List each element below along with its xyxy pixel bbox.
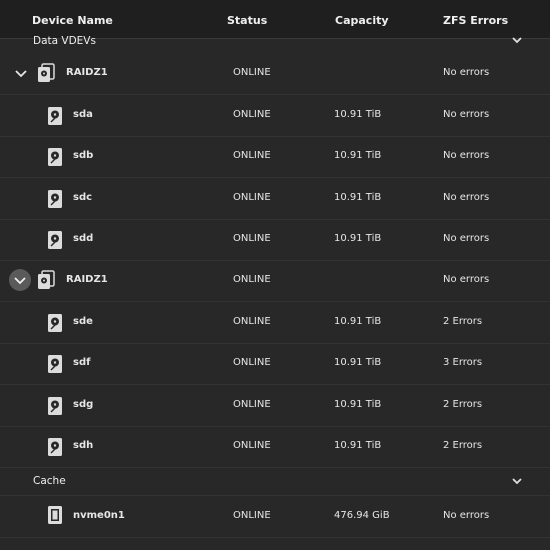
device-zfs-errors: No errors [443,150,490,161]
table-row-disk[interactable]: sdh ONLINE 10.91 TiB 2 Errors [0,426,550,468]
device-zfs-errors: 2 Errors [443,316,483,327]
table-row-disk[interactable]: sdd ONLINE 10.91 TiB No errors [0,219,550,261]
device-name: sdb [73,150,94,161]
device-name: RAIDZ1 [66,67,108,78]
device-zfs-errors: 2 Errors [443,399,483,410]
section-data-vdevs[interactable]: Data VDEVs [0,33,550,53]
device-capacity: 10.91 TiB [334,150,382,161]
device-status: ONLINE [233,192,271,203]
device-status: ONLINE [233,274,271,285]
column-header-zfs-errors[interactable]: ZFS Errors [443,14,508,27]
table-row-disk[interactable]: nvme0n1 ONLINE 476.94 GiB No errors [0,495,550,538]
device-capacity: 10.91 TiB [334,109,382,120]
device-status: ONLINE [233,510,271,521]
device-status: ONLINE [233,316,271,327]
device-capacity: 476.94 GiB [334,510,390,521]
table-row-disk[interactable]: sdf ONLINE 10.91 TiB 3 Errors [0,343,550,385]
table-row-disk[interactable]: sda ONLINE 10.91 TiB No errors [0,95,550,137]
device-name: nvme0n1 [73,510,125,521]
section-cache[interactable]: Cache [0,468,550,496]
device-zfs-errors: 2 Errors [443,440,483,451]
ssd-chip-icon [48,506,62,524]
device-zfs-errors: No errors [443,192,490,203]
device-name: sde [73,316,93,327]
table-row-disk[interactable]: sdb ONLINE 10.91 TiB No errors [0,136,550,178]
device-capacity: 10.91 TiB [334,399,382,410]
section-label: Cache [33,475,66,487]
device-capacity: 10.91 TiB [334,316,382,327]
device-zfs-errors: No errors [443,233,490,244]
hard-disk-icon [48,231,62,249]
vdev-stack-icon [38,63,55,82]
table-row-disk[interactable]: sdg ONLINE 10.91 TiB 2 Errors [0,385,550,427]
device-status: ONLINE [233,233,271,244]
device-status: ONLINE [233,399,271,410]
column-header-status[interactable]: Status [227,14,267,27]
device-status: ONLINE [233,67,271,78]
column-header-capacity[interactable]: Capacity [335,14,389,27]
device-name: sdf [73,357,91,368]
device-name: RAIDZ1 [66,274,108,285]
vdev-stack-icon [38,270,55,289]
device-zfs-errors: No errors [443,109,490,120]
device-name: sdh [73,440,94,451]
device-zfs-errors: No errors [443,274,490,285]
device-zfs-errors: No errors [443,510,490,521]
device-zfs-errors: No errors [443,67,490,78]
column-header-device-name[interactable]: Device Name [32,14,113,27]
table-row-disk[interactable]: sde ONLINE 10.91 TiB 2 Errors [0,302,550,344]
chevron-down-icon[interactable] [510,474,524,488]
section-label: Data VDEVs [33,35,96,47]
device-status: ONLINE [233,357,271,368]
table-row-vdev[interactable]: RAIDZ1 ONLINE No errors [0,260,550,302]
hard-disk-icon [48,148,62,166]
table-row-vdev[interactable]: RAIDZ1 ONLINE No errors [0,53,550,95]
hard-disk-icon [48,107,62,125]
device-name: sdc [73,192,93,203]
chevron-down-icon[interactable] [510,33,524,47]
device-name: sdd [73,233,94,244]
device-capacity: 10.91 TiB [334,440,382,451]
device-capacity: 10.91 TiB [334,233,382,244]
chevron-down-icon[interactable] [10,62,32,84]
device-zfs-errors: 3 Errors [443,357,483,368]
hard-disk-icon [48,314,62,332]
table-row-disk[interactable]: sdc ONLINE 10.91 TiB No errors [0,178,550,220]
device-capacity: 10.91 TiB [334,192,382,203]
device-capacity: 10.91 TiB [334,357,382,368]
device-name: sdg [73,399,94,410]
hard-disk-icon [48,190,62,208]
hard-disk-icon [48,355,62,373]
device-status: ONLINE [233,440,271,451]
device-name: sda [73,109,93,120]
hard-disk-icon [48,397,62,415]
device-status: ONLINE [233,109,271,120]
hard-disk-icon [48,438,62,456]
chevron-down-icon[interactable] [9,269,31,291]
device-status: ONLINE [233,150,271,161]
